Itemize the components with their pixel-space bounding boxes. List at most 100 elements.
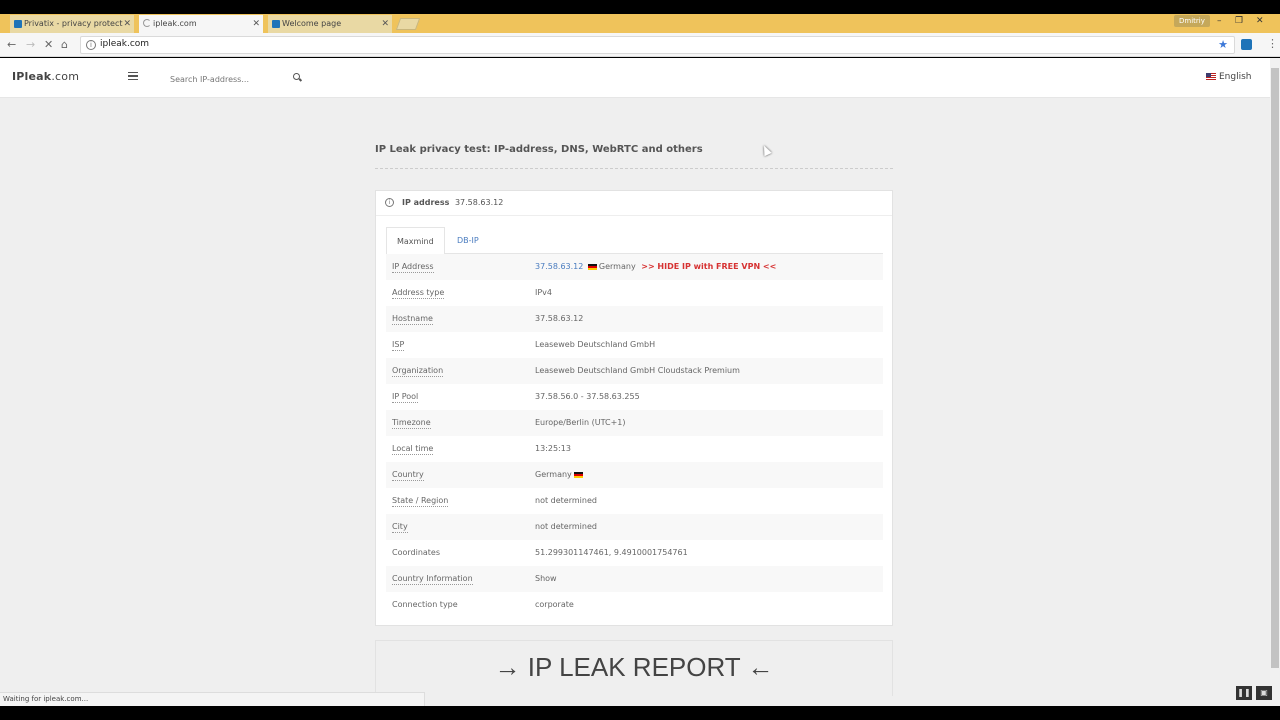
bookmark-star-icon[interactable]: ★ <box>1218 38 1228 51</box>
language-label: English <box>1219 72 1252 82</box>
pause-icon[interactable]: ❚❚ <box>1236 686 1252 700</box>
row-value: Europe/Berlin (UTC+1) <box>535 418 626 427</box>
mouse-cursor-icon <box>760 143 772 157</box>
tab-title: Privatix - privacy protect <box>24 19 123 28</box>
row-key: State / Region <box>392 496 449 507</box>
tab-title: ipleak.com <box>153 19 197 28</box>
row-key: Hostname <box>392 314 433 325</box>
table-row: Country Information Show <box>386 566 883 592</box>
row-key: IP Address <box>392 262 434 273</box>
table-row: State / Region not determined <box>386 488 883 514</box>
page-title: IP Leak privacy test: IP-address, DNS, W… <box>375 144 703 155</box>
row-value: 13:25:13 <box>535 444 571 453</box>
row-value: not determined <box>535 522 597 531</box>
page-scrollbar[interactable] <box>1270 58 1280 706</box>
card-title-label: IP address <box>402 198 450 207</box>
ip-address-link[interactable]: 37.58.63.12 <box>535 262 583 271</box>
picture-icon[interactable]: ▣ <box>1256 686 1272 700</box>
restore-icon[interactable]: ❐ <box>1235 14 1243 28</box>
site-logo[interactable]: IPleak.com <box>12 70 79 83</box>
row-key: ISP <box>392 340 405 351</box>
back-icon[interactable]: ← <box>7 38 16 52</box>
page-viewport: IPleak.com English IP Leak privacy test:… <box>0 58 1270 706</box>
screen-bottom-bar <box>0 706 1280 720</box>
row-value: Leaseweb Deutschland GmbH Cloudstack Pre… <box>535 366 740 375</box>
browser-tab-welcome[interactable]: Welcome page ✕ <box>268 15 392 33</box>
row-value: Leaseweb Deutschland GmbH <box>535 340 656 349</box>
ip-leak-report-banner[interactable]: → IP LEAK REPORT ← <box>375 640 893 696</box>
row-key: Connection type <box>392 600 458 609</box>
tab-maxmind[interactable]: Maxmind <box>386 227 445 255</box>
logo-domain: .com <box>51 70 80 83</box>
close-tab-icon[interactable]: ✕ <box>381 15 389 33</box>
table-row: City not determined <box>386 514 883 540</box>
row-key: Country <box>392 470 424 481</box>
info-icon: i <box>385 198 394 207</box>
row-value: IPv4 <box>535 288 553 297</box>
close-window-icon[interactable]: ✕ <box>1256 14 1264 28</box>
loading-spinner-icon <box>143 19 151 27</box>
table-row: Hostname 37.58.63.12 <box>386 306 883 332</box>
row-key: Local time <box>392 444 434 455</box>
tab-strip: Privatix - privacy protect ✕ ipleak.com … <box>0 14 1280 33</box>
provider-tabs: Maxmind DB-IP <box>386 227 883 255</box>
table-row: Country Germany <box>386 462 883 488</box>
status-bar: Waiting for ipleak.com... <box>0 692 425 706</box>
germany-flag-icon <box>573 471 583 478</box>
row-value: 37.58.56.0 - 37.58.63.255 <box>535 392 640 401</box>
row-key: City <box>392 522 408 533</box>
site-info-icon[interactable]: i <box>86 40 96 50</box>
search-icon[interactable] <box>293 73 300 80</box>
address-bar[interactable]: i ipleak.com ★ <box>80 36 1235 54</box>
close-tab-icon[interactable]: ✕ <box>252 15 260 33</box>
home-icon[interactable]: ⌂ <box>61 38 68 52</box>
table-row: Organization Leaseweb Deutschland GmbH Cl… <box>386 358 883 384</box>
card-title: IP address 37.58.63.12 <box>402 198 503 207</box>
video-overlay-controls: ❚❚ ▣ <box>1236 686 1272 700</box>
country-text: Germany <box>598 262 636 271</box>
row-value: Germany <box>535 462 585 488</box>
row-key: Coordinates <box>392 548 441 557</box>
logo-main: IPleak <box>12 70 52 83</box>
site-header: IPleak.com English <box>0 58 1270 98</box>
divider <box>375 168 893 169</box>
profile-badge[interactable]: Dmitriy <box>1174 15 1210 27</box>
scrollbar-thumb[interactable] <box>1271 68 1279 668</box>
us-flag-icon <box>1206 73 1216 80</box>
browser-toolbar: ← → ✕ ⌂ i ipleak.com ★ ⋮ <box>0 33 1280 57</box>
url-text: ipleak.com <box>100 39 150 49</box>
stop-icon[interactable]: ✕ <box>44 38 53 52</box>
hide-ip-vpn-link[interactable]: >> HIDE IP with FREE VPN << <box>641 262 776 271</box>
forward-icon[interactable]: → <box>26 38 35 52</box>
close-tab-icon[interactable]: ✕ <box>123 15 131 33</box>
tab-db-ip[interactable]: DB-IP <box>447 227 489 254</box>
row-value: not determined <box>535 496 597 505</box>
row-key: Country Information <box>392 574 473 585</box>
ip-search-input[interactable] <box>170 71 285 87</box>
browser-tab-privatix[interactable]: Privatix - privacy protect ✕ <box>10 15 134 33</box>
ip-details-table: IP Address 37.58.63.12 Germany >> HIDE I… <box>386 254 883 618</box>
language-selector[interactable]: English <box>1206 72 1252 82</box>
privatix-icon <box>14 20 22 28</box>
row-key: IP Pool <box>392 392 419 403</box>
privatix-extension-icon[interactable] <box>1241 39 1252 50</box>
minimize-icon[interactable]: – <box>1217 14 1222 28</box>
tab-title: Welcome page <box>282 19 342 28</box>
row-key: Organization <box>392 366 444 377</box>
table-row: Local time 13:25:13 <box>386 436 883 462</box>
row-value: corporate <box>535 600 574 609</box>
row-key: Timezone <box>392 418 431 429</box>
table-row: ISP Leaseweb Deutschland GmbH <box>386 332 883 358</box>
ip-info-card: i IP address 37.58.63.12 Maxmind DB-IP I… <box>375 190 893 626</box>
hamburger-menu-icon[interactable] <box>128 72 138 80</box>
card-title-ip: 37.58.63.12 <box>454 198 504 207</box>
browser-menu-icon[interactable]: ⋮ <box>1267 37 1278 50</box>
row-value: 51.299301147461, 9.4910001754761 <box>535 548 688 557</box>
table-row: Coordinates 51.299301147461, 9.4910001754… <box>386 540 883 566</box>
germany-flag-icon <box>587 263 597 270</box>
browser-tab-ipleak[interactable]: ipleak.com ✕ <box>139 15 263 33</box>
country-text: Germany <box>535 470 572 479</box>
show-country-info-link[interactable]: Show <box>535 566 557 592</box>
table-row: IP Address 37.58.63.12 Germany >> HIDE I… <box>386 254 883 280</box>
new-tab-button[interactable] <box>395 18 421 30</box>
